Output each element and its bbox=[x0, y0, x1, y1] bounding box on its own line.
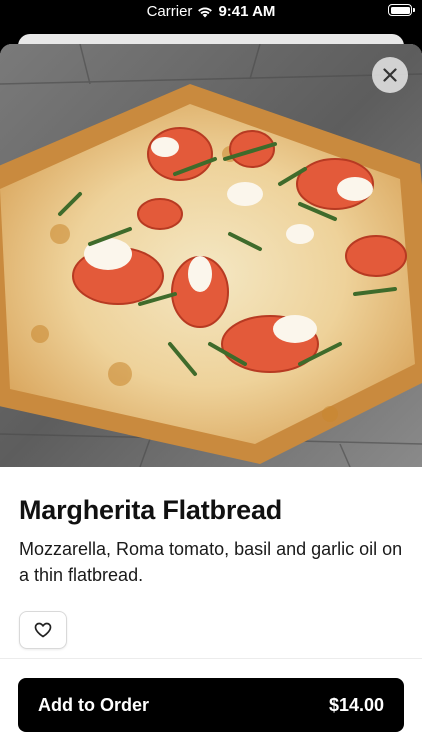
close-button[interactable] bbox=[372, 57, 408, 93]
add-to-order-button[interactable]: Add to Order $14.00 bbox=[18, 678, 404, 732]
item-price: $14.00 bbox=[328, 694, 384, 715]
close-icon bbox=[383, 68, 397, 82]
item-title: Margherita Flatbread bbox=[19, 495, 283, 525]
status-center: Carrier 9:41 AM bbox=[0, 3, 422, 20]
pizza-illustration bbox=[0, 44, 422, 467]
heart-icon bbox=[34, 622, 52, 638]
add-to-order-label: Add to Order bbox=[38, 694, 149, 715]
item-description: Mozzarella, Roma tomato, basil and garli… bbox=[19, 539, 403, 585]
carrier-group: Carrier 9:41 AM bbox=[147, 3, 276, 20]
clock-label: 9:41 AM bbox=[218, 3, 276, 20]
item-detail-sheet: Margherita Flatbread Mozzarella, Roma to… bbox=[0, 44, 422, 750]
carrier-label: Carrier bbox=[146, 3, 193, 20]
item-photo bbox=[0, 44, 422, 467]
wifi-icon bbox=[198, 6, 213, 17]
favorite-button[interactable] bbox=[19, 611, 67, 649]
status-bar: Carrier 9:41 AM bbox=[0, 0, 422, 24]
battery-icon bbox=[388, 4, 415, 16]
divider bbox=[0, 658, 422, 659]
screen: Carrier 9:41 AM Margherita Flatbread Moz… bbox=[0, 0, 422, 750]
